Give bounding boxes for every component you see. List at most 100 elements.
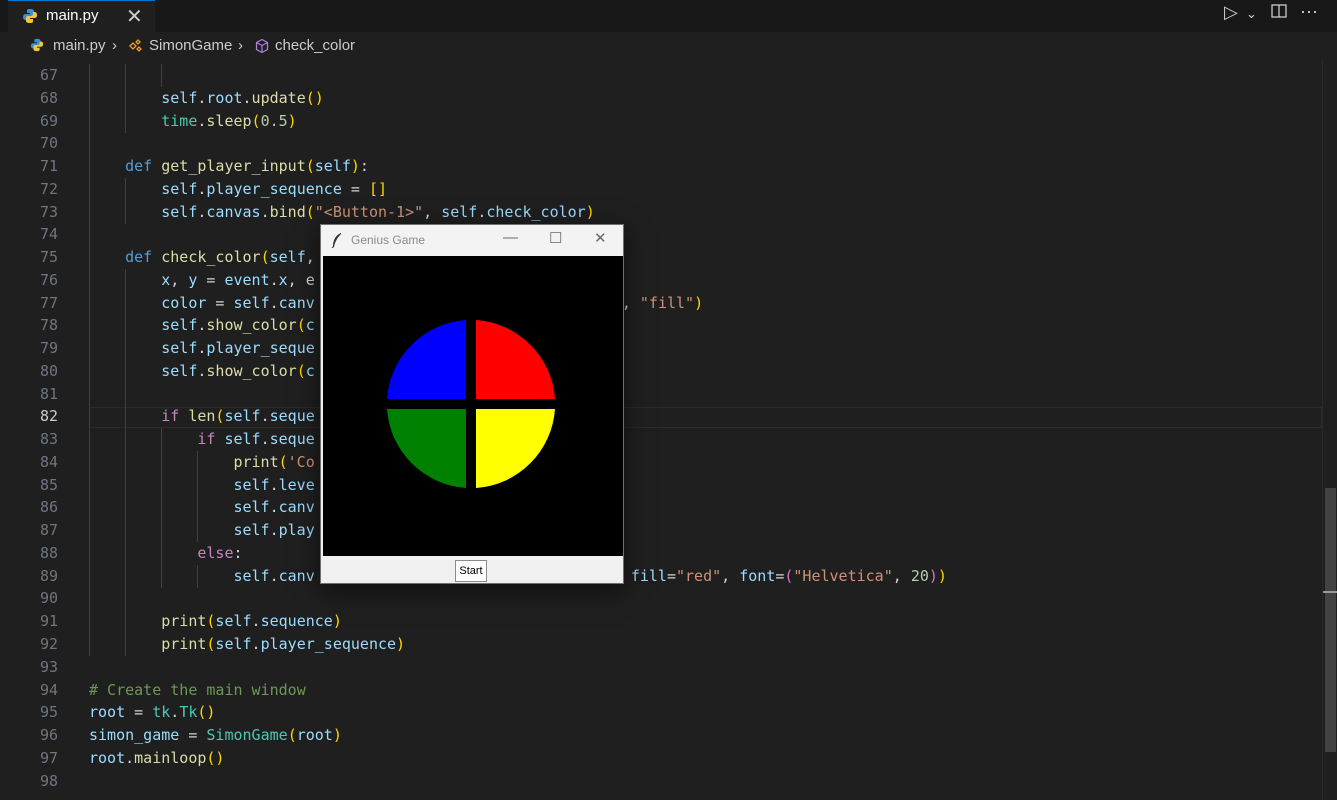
indent-guide bbox=[161, 564, 163, 588]
code-token: . bbox=[269, 521, 279, 540]
code-line[interactable]: 83 if self.seque bbox=[0, 428, 1322, 452]
code-token: "Helvetica" bbox=[793, 566, 893, 585]
python-file-icon bbox=[22, 8, 38, 29]
line-number: 80 bbox=[39, 361, 58, 380]
quadrant-red[interactable] bbox=[476, 320, 555, 399]
code-line[interactable]: 79 self.player_seque bbox=[0, 337, 1322, 361]
run-icon[interactable]: ▷ bbox=[1224, 2, 1238, 23]
code-token: [] bbox=[368, 179, 388, 198]
line-number: 73 bbox=[39, 202, 58, 221]
code-line[interactable]: 80 self.show_color(c bbox=[0, 359, 1322, 383]
code-line[interactable]: 69 time.sleep(0.5) bbox=[0, 109, 1322, 133]
code-line[interactable]: 67 bbox=[0, 64, 1322, 87]
code-token: . bbox=[269, 498, 279, 517]
code-line[interactable]: 77color = self.canv est(x, y), "fill") bbox=[0, 291, 1322, 315]
tk-titlebar[interactable]: Genius Game — ☐ ✕ bbox=[321, 225, 623, 256]
code-line[interactable]: 93 bbox=[0, 656, 1322, 678]
code-token: else bbox=[197, 543, 234, 562]
code-line[interactable]: 97 root.mainloop() bbox=[0, 747, 1322, 769]
code-line[interactable]: 76 x, y = event.x, e bbox=[0, 268, 1322, 292]
code-line[interactable]: 98 bbox=[0, 770, 1322, 792]
indent-guide bbox=[125, 64, 127, 87]
start-button[interactable]: Start bbox=[455, 560, 487, 582]
code-token: len bbox=[188, 407, 216, 426]
code-line[interactable]: 96 simon_game = SimonGame(root) bbox=[0, 724, 1322, 746]
code-line[interactable]: 70 bbox=[0, 132, 1322, 156]
line-number: 98 bbox=[39, 771, 58, 790]
code-token: self bbox=[233, 498, 270, 517]
code-token: seque bbox=[269, 407, 315, 426]
code-line[interactable]: 78 self.show_color(c bbox=[0, 314, 1322, 338]
close-icon[interactable]: ✕ bbox=[126, 4, 143, 29]
code-text: root = tk.Tk() bbox=[89, 701, 215, 723]
minimize-icon[interactable]: — bbox=[503, 229, 518, 246]
code-line[interactable]: 81 bbox=[0, 382, 1322, 406]
quadrant-blue[interactable] bbox=[387, 320, 466, 399]
code-line[interactable]: 71 def get_player_input(self): bbox=[0, 155, 1322, 179]
code-token: = bbox=[179, 726, 207, 745]
code-line[interactable]: 88 else: bbox=[0, 541, 1322, 565]
code-text: print(self.player_sequence) bbox=[161, 633, 405, 655]
code-token: player_sequence bbox=[206, 179, 342, 198]
code-token: Tk bbox=[179, 703, 198, 722]
code-line[interactable]: 74 bbox=[0, 223, 1322, 247]
code-line[interactable]: 86 self.canv bbox=[0, 496, 1322, 520]
code-token: self bbox=[215, 635, 252, 653]
code-text: print('Co bbox=[233, 451, 314, 473]
indent-guide bbox=[89, 223, 90, 247]
split-editor-icon[interactable] bbox=[1270, 2, 1288, 25]
scrollbar-thumb[interactable] bbox=[1325, 488, 1336, 752]
code-line[interactable]: 72 self.player_sequence = [] bbox=[0, 177, 1322, 201]
indent-guide bbox=[89, 132, 90, 156]
code-line[interactable]: 92 print(self.player_sequence) bbox=[0, 633, 1322, 656]
game-canvas[interactable] bbox=[323, 256, 623, 556]
code-token: SimonGame bbox=[206, 726, 288, 745]
vertical-scrollbar[interactable] bbox=[1322, 60, 1337, 800]
more-actions-icon[interactable]: ⋯ bbox=[1300, 2, 1318, 23]
code-line[interactable]: 68 self.root.update() bbox=[0, 86, 1322, 110]
code-line[interactable]: 95 root = tk.Tk() bbox=[0, 701, 1322, 723]
code-line[interactable]: 75 def check_color(self, bbox=[0, 246, 1322, 270]
tab-main-py[interactable]: main.py ✕ bbox=[8, 0, 155, 32]
code-token: mainloop bbox=[134, 748, 207, 767]
line-number: 77 bbox=[39, 293, 58, 312]
code-line[interactable]: 73 self.canvas.bind("<Button-1>", self.ch… bbox=[0, 200, 1322, 224]
maximize-icon[interactable]: ☐ bbox=[549, 229, 562, 247]
code-token: . bbox=[170, 703, 180, 722]
close-icon[interactable]: ✕ bbox=[594, 229, 607, 247]
code-line[interactable]: 91 print(self.sequence) bbox=[0, 610, 1322, 634]
code-token: root bbox=[296, 726, 333, 745]
code-text: # Create the main window bbox=[89, 679, 306, 701]
code-line[interactable]: 94 # Create the main window bbox=[0, 679, 1322, 701]
indent-guide bbox=[89, 382, 90, 406]
indent-guide bbox=[161, 541, 163, 565]
code-line[interactable]: 90 bbox=[0, 587, 1322, 611]
code-token: self bbox=[224, 407, 261, 426]
code-line[interactable]: 85 self.leve bbox=[0, 473, 1322, 497]
code-token: self bbox=[161, 361, 198, 380]
code-line[interactable]: 82if len(self.seque : bbox=[0, 405, 1322, 429]
indent-guide bbox=[197, 473, 199, 497]
code-text: time.sleep(0.5) bbox=[161, 110, 296, 132]
code-token: "<Button-1>" bbox=[314, 202, 424, 221]
breadcrumb-method[interactable]: check_color bbox=[275, 37, 355, 54]
code-line[interactable]: 87 self.play bbox=[0, 519, 1322, 543]
quadrant-yellow[interactable] bbox=[476, 409, 555, 488]
code-token: . bbox=[269, 475, 279, 494]
breadcrumb-file[interactable]: main.py bbox=[53, 37, 106, 54]
code-token: # Create the main window bbox=[89, 680, 306, 699]
line-number: 69 bbox=[39, 111, 58, 130]
code-token: ( bbox=[305, 157, 315, 176]
code-editor[interactable]: 67 68 self.root.update() 69 time.sleep(0.5) 7… bbox=[0, 60, 1322, 800]
indent-guide bbox=[89, 428, 90, 452]
code-token: canvas bbox=[206, 202, 261, 221]
code-token: ( bbox=[287, 726, 297, 745]
breadcrumb-class[interactable]: SimonGame bbox=[149, 37, 232, 54]
code-line[interactable]: 84 print('Co bbox=[0, 450, 1322, 474]
chevron-down-icon[interactable]: ⌄ bbox=[1246, 6, 1257, 22]
quadrant-green[interactable] bbox=[387, 409, 466, 488]
method-icon bbox=[254, 38, 270, 58]
line-number: 75 bbox=[39, 248, 58, 267]
indent-guide bbox=[89, 268, 90, 292]
code-line[interactable]: 89self.canv me Over", fill="red", font=(… bbox=[0, 564, 1322, 588]
